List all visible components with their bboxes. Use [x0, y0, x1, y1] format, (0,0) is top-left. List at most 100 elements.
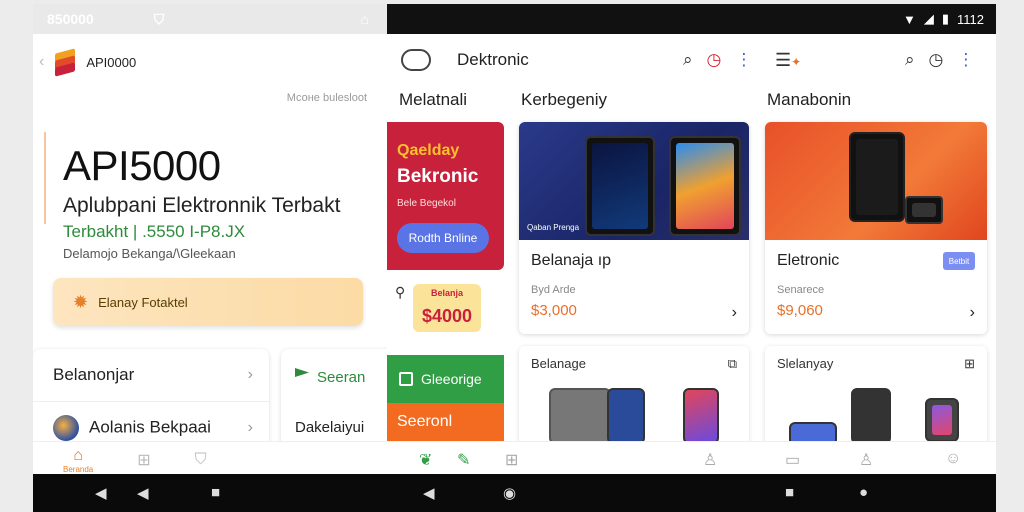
battery-icon: ▮ [941, 11, 949, 26]
back-icon[interactable]: ◀ [423, 484, 435, 502]
search-icon[interactable]: ⌕ [905, 50, 915, 70]
section-title: Melatnali [399, 90, 468, 109]
green-banner[interactable]: Gleeorige [387, 355, 504, 403]
category-title: Belanage [531, 356, 586, 371]
back-icon[interactable]: ◀ [95, 484, 107, 502]
toggle-icon[interactable] [401, 49, 431, 71]
screen: 850000 ⛉ ⌂ ‹ API0000 Мсоне bulesloot API5… [0, 0, 1024, 512]
shield-icon[interactable]: ⛉ [195, 451, 207, 469]
product-subtitle: Byd Arde [531, 284, 576, 296]
flag-icon [295, 368, 309, 386]
app-header: Dektronic ⌕ ◷ ⋮ ☰✦ ⌕ ◷ ⋮ [387, 34, 996, 86]
compass-icon[interactable]: ◷ [929, 50, 944, 70]
app-name: API0000 [86, 54, 137, 70]
tag-icon[interactable]: ✎ [457, 450, 470, 470]
more-icon[interactable]: ⋮ [735, 50, 752, 70]
bottom-nav: ❦ ✎ ⊞ ♙ ▭ ♙ ☺ [387, 441, 996, 474]
signal-icon: ◢ [923, 11, 934, 26]
recents-icon[interactable]: ■ [211, 484, 220, 501]
app-logo [52, 48, 78, 77]
price-tile[interactable]: ⚲ Belanja $4000 [395, 284, 481, 332]
hero: API5000 Aplubpani Elektronnik Terbakt Te… [63, 142, 340, 261]
list-item-label: Belanonjar [53, 365, 135, 384]
chevron-right-icon[interactable]: › [970, 304, 975, 322]
status-bar: ▼ ◢ ▮ 1112 [387, 4, 996, 34]
section-title: Manabonin [767, 90, 852, 109]
page-title: Dektronic [457, 50, 529, 69]
home-icon: ⌂ [73, 446, 83, 464]
product-subtitle: Senarece [777, 284, 825, 296]
status-bar: 850000 ⛉ ⌂ [33, 4, 387, 34]
category-card[interactable]: Belanage ⧉ [519, 346, 749, 446]
grid-icon[interactable]: ⊞ [505, 450, 518, 470]
price-tile-price: $4000 [421, 306, 473, 326]
promo-banner[interactable]: Qaelday Bekronic Bele Begekol Rodth Bnli… [387, 122, 504, 270]
chevron-right-icon[interactable]: › [732, 304, 737, 322]
message-icon[interactable]: ▭ [785, 450, 800, 470]
category-card[interactable]: Slelanyay ⊞ [765, 346, 987, 446]
product-price: $3,000 [531, 302, 577, 319]
side-card-text: Dakelaiyui [295, 419, 365, 436]
section-title: Kerbegeniy [521, 90, 608, 109]
orange-banner[interactable]: Seeronl [387, 403, 504, 445]
product-image [765, 122, 987, 240]
hero-description: Delamojo Bekanga/\Gleekaan [63, 246, 236, 261]
cta-button[interactable]: ✹ Elanay Fotaktel [53, 278, 363, 326]
cta-label: Elanay Fotaktel [98, 294, 188, 310]
promo-heading: Bekronic [397, 166, 479, 187]
nav-home[interactable]: ⌂ Beranda [63, 447, 93, 474]
product-image: Qaban Prenga [519, 122, 749, 240]
promo-subtitle: Bele Begekol [397, 198, 456, 209]
profile-icon[interactable]: ♙ [703, 450, 717, 470]
promo-title: Qaelday [397, 142, 460, 159]
people-icon[interactable]: ☺ [945, 450, 961, 468]
nav-home-label: Beranda [63, 464, 94, 474]
clock-icon[interactable]: ◷ [707, 50, 722, 70]
hero-subtitle: Aplubpani Elektronnik Terbakt [63, 194, 341, 217]
right-phone-screen: ▼ ◢ ▮ 1112 Dektronic ⌕ ◷ ⋮ ☰✦ ⌕ ◷ ⋮ Mela… [387, 4, 996, 474]
side-card-title: Seeran [317, 368, 366, 386]
status-time: 1112 [957, 11, 984, 27]
status-text: 850000 [47, 11, 94, 27]
status-badge: Betbit [943, 252, 975, 270]
home-icon[interactable]: ● [859, 484, 868, 501]
app-header: ‹ API0000 [33, 34, 387, 90]
location-icon: ⚲ [395, 284, 406, 300]
hero-tag: Terbakht | .5550 I-P8.JX [63, 222, 246, 241]
product-image-text: Qaban Prenga [527, 223, 580, 232]
system-nav-bar: ◀ ◀ ■ ◀ ◉ ■ ● [33, 474, 996, 512]
square-icon [399, 372, 413, 386]
category-title: Slelanyay [777, 356, 834, 371]
copy-icon[interactable]: ⧉ [728, 356, 737, 372]
gift-icon[interactable]: ⊞ [137, 450, 150, 470]
lock-icon: ⌂ [360, 11, 369, 27]
product-price: $9,060 [777, 302, 823, 319]
back-icon[interactable]: ◀ [137, 484, 149, 502]
green-banner-label: Gleeorige [421, 371, 482, 387]
wifi-icon: ▼ [902, 11, 916, 27]
leaf-icon[interactable]: ❦ [419, 450, 432, 470]
more-icon[interactable]: ⋮ [957, 50, 974, 70]
header-caption: Мсоне bulesloot [286, 92, 367, 104]
home-icon[interactable]: ◉ [503, 484, 516, 502]
gear-icon: ✹ [73, 291, 89, 312]
divider [44, 132, 46, 224]
promo-button[interactable]: Rodth Bnline [397, 223, 489, 253]
user-icon[interactable]: ♙ [859, 450, 873, 470]
left-phone-screen: 850000 ⛉ ⌂ ‹ API0000 Мсоне bulesloot API5… [33, 4, 387, 474]
price-tile-label: Belanja [430, 288, 463, 298]
product-card[interactable]: Betbit Eletronic Senarece $9,060 › [765, 122, 987, 334]
menu-icon[interactable]: ☰✦ [775, 50, 801, 71]
bottom-nav: ⌂ Beranda ⊞ ⛉ [33, 441, 387, 474]
search-icon[interactable]: ⌕ [683, 50, 693, 70]
list-item[interactable]: Belanonjar › [33, 349, 269, 401]
back-icon[interactable]: ‹ [39, 53, 44, 71]
product-name: Belanaja ıp [531, 252, 612, 269]
chevron-right-icon: › [247, 418, 253, 436]
grid-icon[interactable]: ⊞ [964, 356, 975, 372]
recents-icon[interactable]: ■ [785, 484, 794, 501]
avatar [53, 414, 79, 441]
hero-title: API5000 [63, 142, 221, 189]
product-card[interactable]: Qaban Prenga Belanaja ıp Byd Arde $3,000… [519, 122, 749, 334]
chevron-right-icon: › [247, 366, 253, 383]
